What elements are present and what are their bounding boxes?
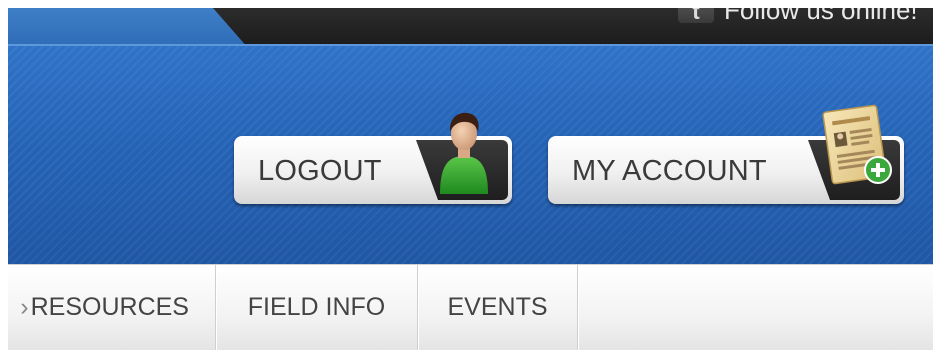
nav-item-events[interactable]: EVENTS <box>418 265 578 350</box>
top-bar-accent <box>8 8 248 48</box>
logout-button[interactable]: LOGOUT <box>234 112 512 204</box>
my-account-label: MY ACCOUNT <box>572 155 767 187</box>
header-banner: LOGOUT MY ACCOUNT <box>8 44 933 264</box>
nav-separator-fragment: › <box>20 293 29 321</box>
nav-item-field-info-label: FIELD INFO <box>247 293 386 321</box>
person-icon <box>440 112 488 194</box>
top-bar: t Follow us online! <box>8 8 933 48</box>
page-frame: t Follow us online! LOGOUT MY ACCOUNT › … <box>8 8 933 350</box>
my-account-button[interactable]: MY ACCOUNT <box>548 104 904 204</box>
logout-label: LOGOUT <box>258 155 382 187</box>
nav-item-events-label: EVENTS <box>447 293 548 321</box>
nav-item-resources[interactable]: › RESOURCES <box>8 265 216 350</box>
nav-item-resources-label: RESOURCES <box>30 293 189 321</box>
social-icon-letter: t <box>692 8 700 24</box>
follow-us-text: Follow us online! <box>724 8 918 25</box>
nav-empty-space <box>578 265 933 350</box>
nav-item-field-info[interactable]: FIELD INFO <box>216 265 418 350</box>
follow-us-area[interactable]: t Follow us online! <box>678 8 918 25</box>
main-nav: › RESOURCES FIELD INFO EVENTS <box>8 264 933 350</box>
social-icon[interactable]: t <box>678 8 714 23</box>
address-book-icon <box>822 104 892 185</box>
